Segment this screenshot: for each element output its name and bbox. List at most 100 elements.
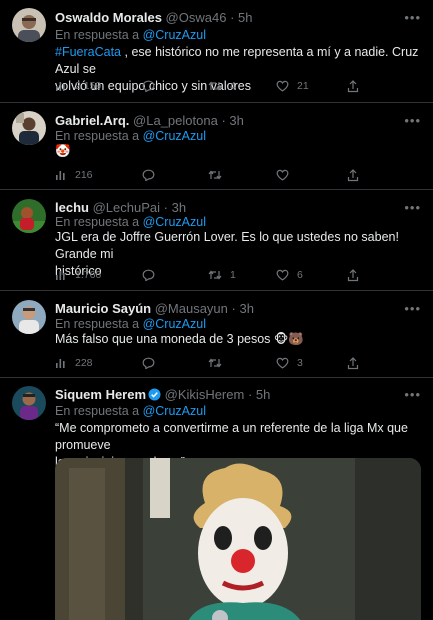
avatar[interactable]	[12, 8, 46, 42]
reply-icon	[142, 269, 155, 281]
mention-link[interactable]: @CruzAzul	[143, 404, 206, 418]
views-icon	[56, 359, 65, 368]
share-button[interactable]	[347, 267, 359, 283]
like-count: 21	[297, 80, 309, 92]
retweet-button[interactable]: 1	[208, 267, 236, 283]
user-handle[interactable]: @La_pelotona	[133, 113, 218, 128]
reply-context: En respuesta a @CruzAzul	[55, 128, 206, 144]
action-bar: 2.159 4 21	[55, 78, 421, 94]
display-name[interactable]: Oswaldo Morales	[55, 10, 162, 25]
like-count: 6	[297, 269, 303, 281]
share-button[interactable]	[347, 355, 359, 371]
views-button[interactable]: 2.159	[55, 78, 101, 94]
views-count: 1.766	[75, 269, 102, 281]
mention-link[interactable]: @CruzAzul	[143, 215, 206, 229]
retweet-count: 4	[230, 80, 236, 92]
timestamp[interactable]: 5h	[256, 387, 270, 402]
views-count: 216	[75, 169, 93, 181]
avatar[interactable]	[12, 386, 46, 420]
reply-icon	[142, 80, 155, 92]
tweet[interactable]: Gabriel.Arq. @La_pelotona · 3h ••• En re…	[0, 103, 433, 190]
tweet[interactable]: Oswaldo Morales @Oswa46 · 5h ••• En resp…	[0, 0, 433, 103]
more-icon[interactable]: •••	[404, 9, 421, 27]
tweet-text: 🤡	[55, 144, 71, 158]
like-icon	[276, 80, 289, 92]
mention-link[interactable]: @CruzAzul	[143, 28, 206, 42]
mention-link[interactable]: @CruzAzul	[143, 317, 206, 331]
user-handle[interactable]: @KikisHerem	[165, 387, 245, 402]
views-count: 228	[75, 357, 93, 369]
views-button[interactable]: 1.766	[55, 267, 101, 283]
reply-prefix: En respuesta a	[55, 129, 140, 143]
tweet[interactable]: Mauricio Sayún @Mausayun · 3h ••• En res…	[0, 291, 433, 378]
tweet-media-gif[interactable]	[55, 458, 421, 620]
clown-gif-image	[55, 458, 421, 620]
reply-context: En respuesta a @CruzAzul	[55, 214, 206, 230]
share-button[interactable]	[347, 78, 359, 94]
share-icon	[347, 79, 359, 92]
more-icon[interactable]: •••	[404, 386, 421, 404]
display-name[interactable]: lechu	[55, 200, 89, 215]
tweet-text-line-1: “Me comprometo a convertirme a un refere…	[55, 421, 408, 452]
reply-prefix: En respuesta a	[55, 215, 140, 229]
display-name[interactable]: Gabriel.Arq.	[55, 113, 129, 128]
views-button[interactable]: 216	[55, 167, 93, 183]
hashtag-link[interactable]: #FueraCata	[55, 45, 121, 59]
more-icon[interactable]: •••	[404, 199, 421, 217]
mention-link[interactable]: @CruzAzul	[143, 129, 206, 143]
like-count: 3	[297, 357, 303, 369]
tweet[interactable]: Siquem Herem @KikisHerem · 5h ••• En res…	[0, 378, 433, 620]
tweet-text-line-1: JGL era de Joffre Guerrón Lover. Es lo q…	[55, 230, 399, 261]
views-button[interactable]: 228	[55, 355, 93, 371]
avatar[interactable]	[12, 300, 46, 334]
share-button[interactable]	[347, 167, 359, 183]
avatar[interactable]	[12, 199, 46, 233]
like-icon	[276, 169, 289, 181]
timestamp[interactable]: 3h	[229, 113, 243, 128]
like-icon	[276, 357, 289, 369]
action-bar: 216	[55, 167, 421, 183]
timestamp[interactable]: 3h	[239, 301, 253, 316]
reply-icon	[142, 169, 155, 181]
action-bar: 228 3	[55, 355, 421, 371]
share-icon	[347, 268, 359, 281]
timestamp[interactable]: 5h	[238, 10, 252, 25]
tweet-text: Más falso que una moneda de 3 pesos 🐵🐻	[55, 332, 304, 346]
user-handle[interactable]: @Mausayun	[155, 301, 228, 316]
share-icon	[347, 356, 359, 369]
reply-button[interactable]	[142, 355, 163, 371]
retweet-icon	[208, 81, 222, 91]
reply-context: En respuesta a @CruzAzul	[55, 27, 206, 43]
retweet-icon	[208, 358, 222, 368]
more-icon[interactable]: •••	[404, 112, 421, 130]
reply-prefix: En respuesta a	[55, 317, 140, 331]
like-icon	[276, 269, 289, 281]
retweet-count: 1	[230, 269, 236, 281]
timestamp[interactable]: 3h	[172, 200, 186, 215]
retweet-button[interactable]: 4	[208, 78, 236, 94]
views-icon	[56, 171, 65, 180]
reply-button[interactable]	[142, 267, 163, 283]
reply-context: En respuesta a @CruzAzul	[55, 316, 206, 332]
share-icon	[347, 168, 359, 181]
like-button[interactable]	[276, 167, 297, 183]
retweet-icon	[208, 170, 222, 180]
retweet-button[interactable]	[208, 167, 230, 183]
display-name[interactable]: Siquem Herem	[55, 387, 146, 402]
like-button[interactable]: 21	[276, 78, 309, 94]
like-button[interactable]: 3	[276, 355, 303, 371]
tweet[interactable]: lechu @LechuPai · 3h ••• En respuesta a …	[0, 190, 433, 291]
reply-prefix: En respuesta a	[55, 404, 140, 418]
views-icon	[56, 271, 65, 280]
action-bar: 1.766 1 6	[55, 267, 421, 283]
more-icon[interactable]: •••	[404, 300, 421, 318]
retweet-button[interactable]	[208, 355, 230, 371]
like-button[interactable]: 6	[276, 267, 303, 283]
avatar[interactable]	[12, 111, 46, 145]
reply-button[interactable]	[142, 78, 163, 94]
user-handle[interactable]: @Oswa46	[166, 10, 227, 25]
reply-button[interactable]	[142, 167, 163, 183]
display-name[interactable]: Mauricio Sayún	[55, 301, 151, 316]
views-count: 2.159	[75, 80, 102, 92]
user-handle[interactable]: @LechuPai	[93, 200, 160, 215]
